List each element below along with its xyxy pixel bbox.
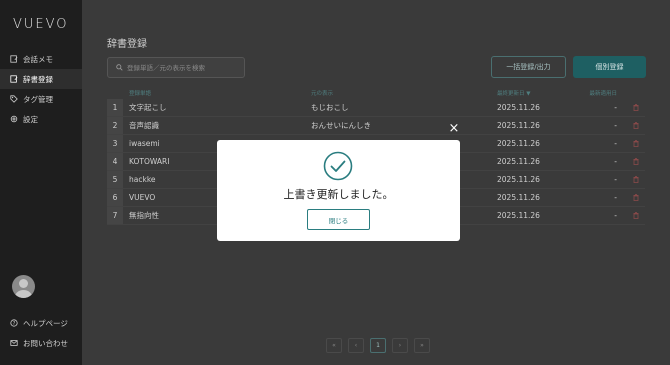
row-used: - [614,139,617,148]
last-page-button[interactable]: » [414,338,430,353]
row-reading: おんせいにんしき [311,121,371,130]
delete-button[interactable] [627,194,645,201]
trash-icon [633,158,639,165]
tag-icon [10,95,18,103]
sidebar-item-memo[interactable]: 会話メモ [0,49,82,69]
trash-icon [633,140,639,147]
modal-close-icon[interactable]: × [448,122,460,135]
row-number: 1 [107,99,123,116]
sidebar-item-contact[interactable]: お問い合わせ [0,333,82,353]
sidebar-item-label: 辞書登録 [23,74,53,84]
avatar[interactable] [12,275,35,298]
trash-icon [633,212,639,219]
row-number: 2 [107,117,123,134]
row-number: 5 [107,171,123,188]
table-row[interactable]: 2 音声認識 おんせいにんしき 2025.11.26 - [107,117,645,135]
delete-button[interactable] [627,158,645,165]
pagination: « ‹ 1 › » [326,338,430,353]
row-updated: 2025.11.26 [497,103,540,112]
row-updated: 2025.11.26 [497,157,540,166]
memo-icon [10,55,18,63]
header-word[interactable]: 登録単語 [123,89,311,97]
table-header: 登録単語 元の表示 最終更新日 ▼ 最新適用日 [107,87,645,99]
trash-icon [633,176,639,183]
app-logo[interactable]: VUEVO [13,17,69,32]
row-word: 文字起こし [129,103,167,112]
sidebar-item-label: お問い合わせ [23,338,68,348]
success-dialog: 上書き更新しました。 閉じる [217,140,460,241]
bulk-register-button[interactable]: 一括登録/出力 [491,56,566,78]
row-reading: もじおこし [311,103,349,112]
search-icon [116,64,123,71]
row-number: 6 [107,189,123,206]
row-number: 4 [107,153,123,170]
sidebar-item-help[interactable]: ? ヘルプページ [0,313,82,333]
close-button[interactable]: 閉じる [307,209,370,230]
row-used: - [614,157,617,166]
mail-icon [10,339,18,347]
row-updated: 2025.11.26 [497,211,540,220]
row-updated: 2025.11.26 [497,121,540,130]
header-reading[interactable]: 元の表示 [311,89,497,97]
sidebar: VUEVO 会話メモ 辞書登録 タグ管理 設定 ? ヘルプページ お問い合わせ [0,0,82,365]
sidebar-item-label: タグ管理 [23,94,53,104]
row-updated: 2025.11.26 [497,175,540,184]
delete-button[interactable] [627,212,645,219]
gear-icon [10,115,18,123]
row-used: - [614,211,617,220]
dictionary-icon [10,75,18,83]
search-input[interactable] [127,63,237,72]
row-updated: 2025.11.26 [497,193,540,202]
sidebar-item-settings[interactable]: 設定 [0,109,82,129]
delete-button[interactable] [627,176,645,183]
row-word: 音声認識 [129,121,159,130]
help-icon: ? [10,319,18,327]
row-updated: 2025.11.26 [497,139,540,148]
dialog-message: 上書き更新しました。 [283,188,394,201]
sidebar-item-label: 設定 [23,114,38,124]
row-number: 7 [107,207,123,224]
table-row[interactable]: 1 文字起こし もじおこし 2025.11.26 - [107,99,645,117]
row-used: - [614,175,617,184]
delete-button[interactable] [627,140,645,147]
sidebar-item-tags[interactable]: タグ管理 [0,89,82,109]
single-register-button[interactable]: 個別登録 [573,56,646,78]
delete-button[interactable] [627,104,645,111]
header-updated[interactable]: 最終更新日 ▼ [497,89,577,97]
sidebar-bottom-nav: ? ヘルプページ お問い合わせ [0,313,82,353]
delete-button[interactable] [627,122,645,129]
page-1-button[interactable]: 1 [370,338,386,353]
sidebar-item-label: ヘルプページ [23,318,68,328]
sidebar-nav: 会話メモ 辞書登録 タグ管理 設定 [0,49,82,129]
row-used: - [614,193,617,202]
next-page-button[interactable]: › [392,338,408,353]
first-page-button[interactable]: « [326,338,342,353]
search-box[interactable] [107,57,245,78]
trash-icon [633,122,639,129]
check-circle-icon [323,151,353,181]
row-used: - [614,103,617,112]
sidebar-item-dictionary[interactable]: 辞書登録 [0,69,82,89]
prev-page-button[interactable]: ‹ [348,338,364,353]
sidebar-item-label: 会話メモ [23,54,53,64]
trash-icon [633,194,639,201]
row-number: 3 [107,135,123,152]
page-title: 辞書登録 [107,39,147,50]
trash-icon [633,104,639,111]
row-used: - [614,121,617,130]
header-used[interactable]: 最新適用日 [577,89,627,97]
